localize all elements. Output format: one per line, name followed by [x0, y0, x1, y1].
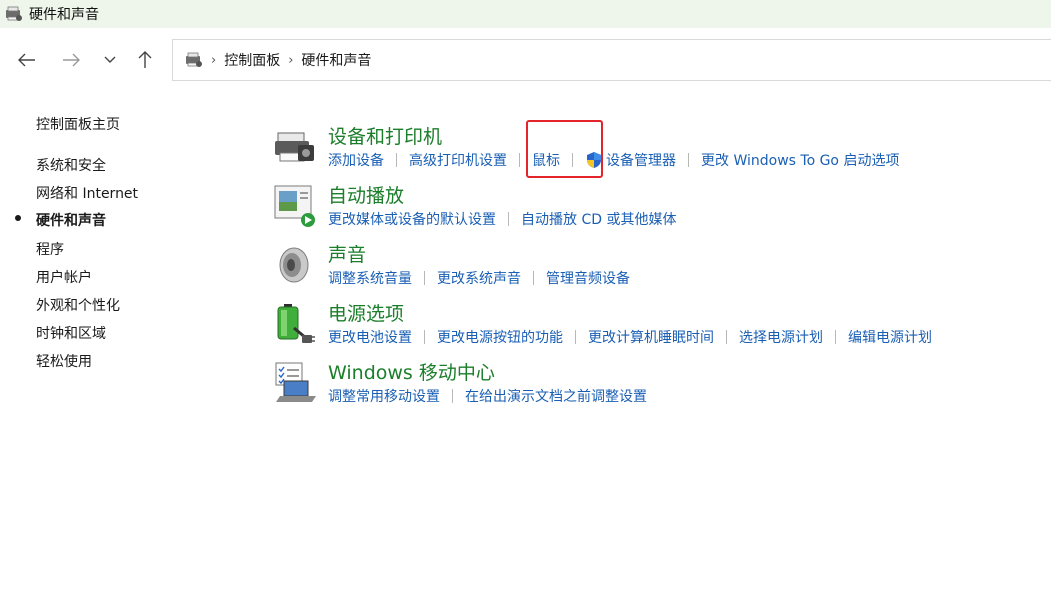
window-title: 硬件和声音: [29, 7, 99, 23]
battery-plug-icon: [277, 304, 315, 343]
link-add-device[interactable]: 添加设备: [328, 150, 384, 170]
arrow-left-icon: [18, 53, 35, 67]
hardware-sound-icon: [6, 6, 22, 21]
category-mobility-center: Windows 移动中心 调整常用移动设置 在给出演示文档之前调整设置: [272, 361, 1032, 417]
link-divider: [835, 330, 836, 344]
link-divider: [396, 153, 397, 167]
breadcrumb-hardware-sound[interactable]: 硬件和声音: [301, 50, 371, 70]
address-bar[interactable]: › 控制面板 › 硬件和声音: [172, 39, 1051, 81]
recent-locations-button[interactable]: [95, 44, 125, 76]
link-divider: [424, 271, 425, 285]
link-manage-audio-devices[interactable]: 管理音频设备: [546, 268, 630, 288]
category-devices-printers: 设备和打印机 添加设备 高级打印机设置 鼠标 设备管理器 更改 Windows …: [272, 125, 1032, 181]
link-change-system-sounds[interactable]: 更改系统声音: [437, 268, 521, 288]
sidebar-item-hardware-sound[interactable]: 硬件和声音: [36, 210, 106, 230]
up-button[interactable]: [130, 44, 160, 76]
forward-button[interactable]: [56, 44, 86, 76]
sidebar-item-system-security[interactable]: 系统和安全: [36, 155, 106, 175]
laptop-checklist-icon: [275, 362, 316, 402]
highlight-annotation-box: [526, 120, 603, 178]
link-adjust-volume[interactable]: 调整系统音量: [328, 268, 412, 288]
link-advanced-printer-settings[interactable]: 高级打印机设置: [409, 150, 507, 170]
link-windows-to-go-options[interactable]: 更改 Windows To Go 启动选项: [701, 150, 899, 170]
link-presentation-settings[interactable]: 在给出演示文档之前调整设置: [465, 386, 647, 406]
category-title-sound[interactable]: 声音: [328, 240, 366, 267]
active-indicator-icon: [15, 215, 21, 221]
printer-icon: [275, 132, 314, 162]
link-divider: [452, 389, 453, 403]
sidebar-item-programs[interactable]: 程序: [36, 239, 64, 259]
arrow-up-icon: [138, 51, 152, 68]
category-autoplay: 自动播放 更改媒体或设备的默认设置 自动播放 CD 或其他媒体: [272, 184, 1032, 240]
link-divider: [519, 153, 520, 167]
chevron-down-icon: [104, 56, 116, 63]
link-change-battery-settings[interactable]: 更改电池设置: [328, 327, 412, 347]
link-change-media-defaults[interactable]: 更改媒体或设备的默认设置: [328, 209, 496, 229]
link-choose-power-plan[interactable]: 选择电源计划: [739, 327, 823, 347]
breadcrumb-separator-icon: ›: [211, 52, 217, 68]
category-links: 添加设备 高级打印机设置 鼠标 设备管理器 更改 Windows To Go 启…: [328, 150, 899, 170]
link-change-sleep-time[interactable]: 更改计算机睡眠时间: [588, 327, 714, 347]
sidebar-item-user-accounts[interactable]: 用户帐户: [36, 267, 92, 287]
sidebar-item-clock-region[interactable]: 时钟和区域: [36, 323, 106, 343]
autoplay-icon: [274, 185, 315, 227]
link-autoplay-cd[interactable]: 自动播放 CD 或其他媒体: [521, 209, 676, 229]
category-title-mobility-center[interactable]: Windows 移动中心: [328, 358, 495, 385]
sidebar-item-ease-of-access[interactable]: 轻松使用: [36, 351, 92, 371]
sidebar-home[interactable]: 控制面板主页: [36, 114, 120, 134]
category-title-power-options[interactable]: 电源选项: [328, 299, 404, 326]
link-divider: [508, 212, 509, 226]
category-links: 调整常用移动设置 在给出演示文档之前调整设置: [328, 386, 647, 406]
hardware-sound-icon: [186, 52, 202, 67]
category-links: 调整系统音量 更改系统声音 管理音频设备: [328, 268, 630, 288]
category-title-devices-printers[interactable]: 设备和打印机: [328, 122, 442, 149]
link-divider: [424, 330, 425, 344]
back-button[interactable]: [12, 44, 42, 76]
link-divider: [688, 153, 689, 167]
category-title-autoplay[interactable]: 自动播放: [328, 181, 404, 208]
link-divider: [575, 330, 576, 344]
arrow-right-icon: [63, 53, 80, 67]
category-links: 更改电池设置 更改电源按钮的功能 更改计算机睡眠时间 选择电源计划 编辑电源计划: [328, 327, 932, 347]
link-change-power-buttons[interactable]: 更改电源按钮的功能: [437, 327, 563, 347]
link-divider: [726, 330, 727, 344]
category-links: 更改媒体或设备的默认设置 自动播放 CD 或其他媒体: [328, 209, 676, 229]
link-divider: [533, 271, 534, 285]
category-sound: 声音 调整系统音量 更改系统声音 管理音频设备: [272, 243, 1032, 299]
speaker-icon: [279, 247, 309, 283]
link-adjust-mobility-settings[interactable]: 调整常用移动设置: [328, 386, 440, 406]
sidebar-item-appearance[interactable]: 外观和个性化: [36, 295, 120, 315]
breadcrumb-separator-icon: ›: [288, 52, 294, 68]
link-edit-power-plan[interactable]: 编辑电源计划: [848, 327, 932, 347]
link-device-manager-label: 设备管理器: [606, 153, 676, 169]
category-power-options: 电源选项 更改电池设置 更改电源按钮的功能 更改计算机睡眠时间 选择电源计划 编…: [272, 302, 1032, 358]
sidebar-item-network-internet[interactable]: 网络和 Internet: [36, 183, 138, 203]
title-bar: 硬件和声音: [0, 0, 1051, 28]
breadcrumb-control-panel[interactable]: 控制面板: [224, 50, 280, 70]
